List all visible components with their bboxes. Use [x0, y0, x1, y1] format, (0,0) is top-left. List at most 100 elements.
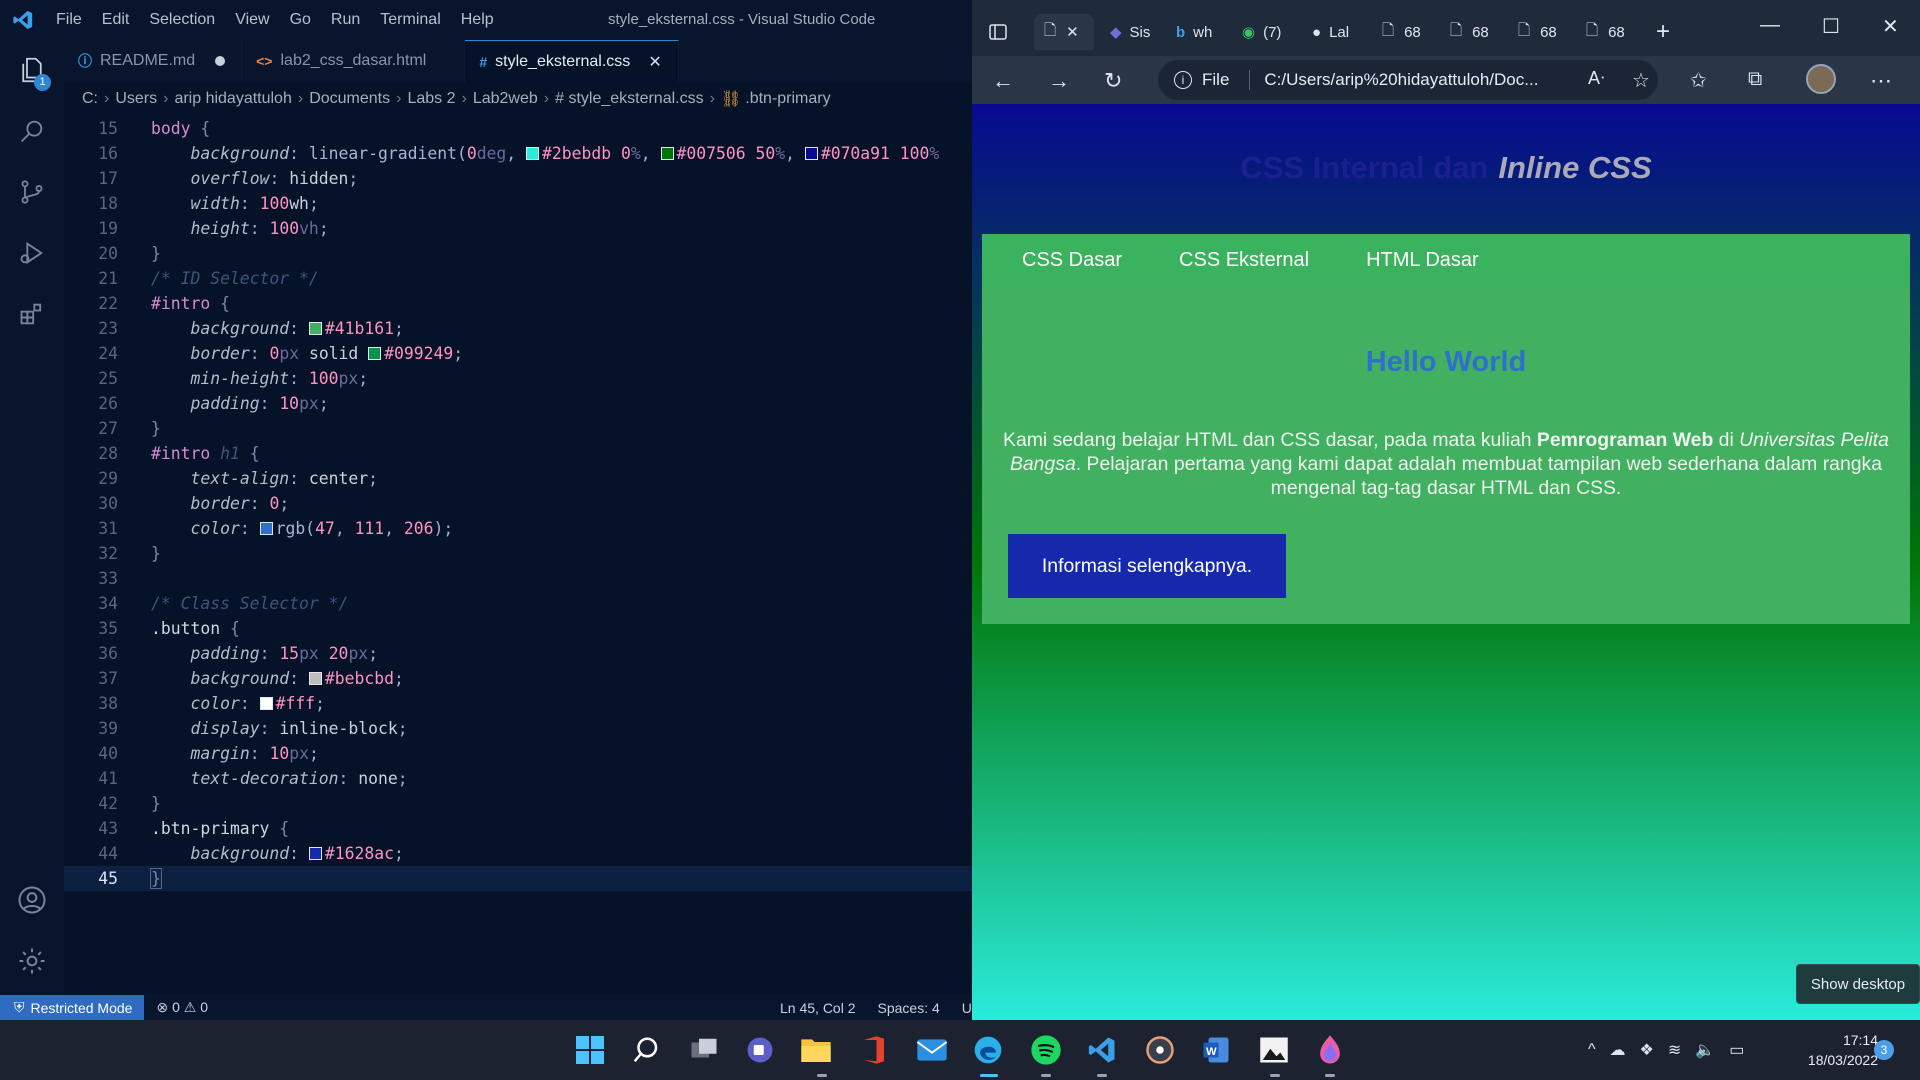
menu-file[interactable]: File — [46, 0, 92, 40]
minimize-icon[interactable]: — — [1760, 14, 1780, 37]
tab-lab2-html[interactable]: <> lab2_css_dasar.html — [242, 40, 466, 82]
tab-readme[interactable]: ⓘ README.md — [64, 40, 243, 82]
svg-text:W: W — [1206, 1046, 1217, 1058]
running-indicator — [817, 1074, 827, 1077]
collections-icon[interactable]: ⧉ — [1748, 68, 1762, 91]
dropbox-icon[interactable]: ❖ — [1640, 1040, 1654, 1060]
cursor-position[interactable]: Ln 45, Col 2 — [780, 1000, 856, 1016]
start-icon[interactable] — [572, 1032, 608, 1068]
modified-dot-icon[interactable] — [215, 56, 226, 66]
account-icon[interactable] — [14, 882, 50, 918]
clock[interactable]: 17:14 18/03/2022 — [1778, 1030, 1878, 1070]
avatar[interactable] — [1806, 64, 1836, 100]
tab-style-eksternal[interactable]: # style_eksternal.css ✕ — [465, 40, 679, 82]
media-player-icon[interactable] — [1142, 1032, 1178, 1068]
url-text[interactable]: C:/Users/arip%20hidayattuloh/Doc... — [1264, 70, 1538, 90]
browser-tab-active[interactable]: 🗋 ✕ — [1034, 14, 1094, 50]
explorer-icon[interactable]: 1 — [14, 52, 51, 91]
close-icon[interactable]: ✕ — [1066, 23, 1079, 41]
chevron-up-icon[interactable]: ^ — [1588, 1041, 1596, 1059]
new-tab-icon[interactable]: + — [1656, 14, 1670, 50]
maximize-icon[interactable]: ☐ — [1822, 14, 1840, 39]
code-line: 30 border: 0; — [98, 494, 290, 513]
restricted-mode-button[interactable]: ⛨ Restricted Mode — [0, 995, 145, 1020]
battery-icon[interactable]: ▭ — [1729, 1040, 1744, 1060]
browser-tab[interactable]: ◉ (7) — [1242, 14, 1281, 50]
close-icon[interactable]: ✕ — [648, 52, 661, 72]
nav-link-html-dasar[interactable]: HTML Dasar — [1366, 249, 1479, 272]
breadcrumb-item[interactable]: # style_eksternal.css — [555, 90, 704, 108]
menu-edit[interactable]: Edit — [92, 0, 140, 40]
more-options-icon[interactable]: ⋯ — [1870, 68, 1892, 94]
notification-badge[interactable]: 3 — [1874, 1040, 1894, 1060]
breadcrumb-item[interactable]: Lab2web — [473, 90, 538, 108]
volume-icon[interactable]: 🔈 — [1695, 1040, 1715, 1060]
info-icon: ⓘ — [78, 53, 92, 69]
menu-terminal[interactable]: Terminal — [370, 0, 450, 40]
word-icon[interactable]: W — [1198, 1032, 1234, 1068]
breadcrumb-item[interactable]: Labs 2 — [407, 90, 455, 108]
back-icon[interactable]: ← — [992, 68, 1014, 94]
code-line: 37 background: #bebcbd; — [98, 669, 404, 688]
browser-tab[interactable]: ◆ Sis — [1110, 14, 1150, 50]
problems-button[interactable]: ⊗ 0 ⚠ 0 — [156, 999, 208, 1016]
spotify-icon[interactable] — [1028, 1032, 1064, 1068]
search-icon[interactable] — [14, 113, 50, 149]
code-editor[interactable]: 15 body { 16 background: linear-gradient(… — [64, 116, 972, 995]
figma-icon[interactable] — [1312, 1032, 1348, 1068]
browser-tab[interactable]: 🗋 68 — [1586, 14, 1625, 50]
file-explorer-icon[interactable] — [798, 1032, 834, 1068]
menu-view[interactable]: View — [225, 0, 279, 40]
source-control-icon[interactable] — [14, 174, 50, 210]
wifi-icon[interactable]: ≋ — [1668, 1040, 1681, 1060]
vscode-titlebar: File Edit Selection View Go Run Terminal… — [0, 0, 972, 40]
menu-help[interactable]: Help — [451, 0, 504, 40]
browser-tab[interactable]: 🗋 68 — [1382, 14, 1421, 50]
edge-icon[interactable] — [970, 1032, 1006, 1068]
office-icon[interactable] — [856, 1032, 892, 1068]
search-icon[interactable] — [628, 1032, 664, 1068]
nav-link-css-dasar[interactable]: CSS Dasar — [1022, 249, 1122, 272]
breadcrumb-item[interactable]: arip hidayattuloh — [174, 90, 291, 108]
add-favorite-icon[interactable]: ☆ — [1632, 68, 1650, 93]
address-bar[interactable]: i File C:/Users/arip%20hidayattuloh/Doc.… — [1158, 60, 1658, 100]
read-aloud-icon[interactable]: Aᐧ — [1588, 68, 1605, 89]
info-more-button[interactable]: Informasi selengkapnya. — [1008, 534, 1286, 598]
menu-run[interactable]: Run — [321, 0, 370, 40]
breadcrumb-item[interactable]: C: — [82, 90, 98, 108]
browser-tab[interactable]: b wh — [1176, 14, 1212, 50]
extensions-icon[interactable] — [14, 296, 50, 332]
menu-go[interactable]: Go — [280, 0, 321, 40]
encoding[interactable]: U — [962, 1000, 972, 1016]
task-view-icon[interactable] — [686, 1032, 722, 1068]
tab-actions-icon[interactable] — [988, 14, 1008, 50]
code-line: 38 color: #fff; — [98, 694, 325, 713]
teams-icon[interactable] — [742, 1032, 778, 1068]
code-line: 35 .button { — [98, 619, 240, 638]
favorites-icon[interactable]: ✩ — [1690, 68, 1707, 93]
mail-icon[interactable] — [914, 1032, 950, 1068]
menu-selection[interactable]: Selection — [139, 0, 225, 40]
breadcrumb-item[interactable]: .btn-primary — [745, 90, 830, 108]
browser-tab[interactable]: 🗋 68 — [1450, 14, 1489, 50]
chevron-right-icon: › — [709, 90, 715, 107]
warning-icon: ⚠ — [183, 999, 197, 1015]
run-debug-icon[interactable] — [14, 235, 50, 271]
settings-gear-icon[interactable] — [14, 943, 50, 979]
onedrive-icon[interactable]: ☁ — [1610, 1040, 1626, 1060]
breadcrumb-item[interactable]: Documents — [309, 90, 390, 108]
browser-tab[interactable]: ● Lal — [1312, 14, 1349, 50]
color-swatch-icon — [308, 847, 322, 860]
nav-link-css-eksternal[interactable]: CSS Eksternal — [1179, 249, 1309, 272]
indentation[interactable]: Spaces: 4 — [878, 1000, 940, 1016]
close-window-icon[interactable]: ✕ — [1882, 14, 1899, 39]
code-line: 36 padding: 15px 20px; — [98, 644, 379, 663]
photos-icon[interactable] — [1256, 1032, 1292, 1068]
breadcrumb-item[interactable]: Users — [115, 90, 157, 108]
vscode-icon[interactable] — [1084, 1032, 1120, 1068]
info-icon[interactable]: i — [1174, 71, 1192, 89]
code-line: 15 body { — [98, 119, 211, 138]
forward-icon[interactable]: → — [1048, 68, 1070, 94]
refresh-icon[interactable]: ↻ — [1104, 68, 1122, 94]
browser-tab[interactable]: 🗋 68 — [1518, 14, 1557, 50]
